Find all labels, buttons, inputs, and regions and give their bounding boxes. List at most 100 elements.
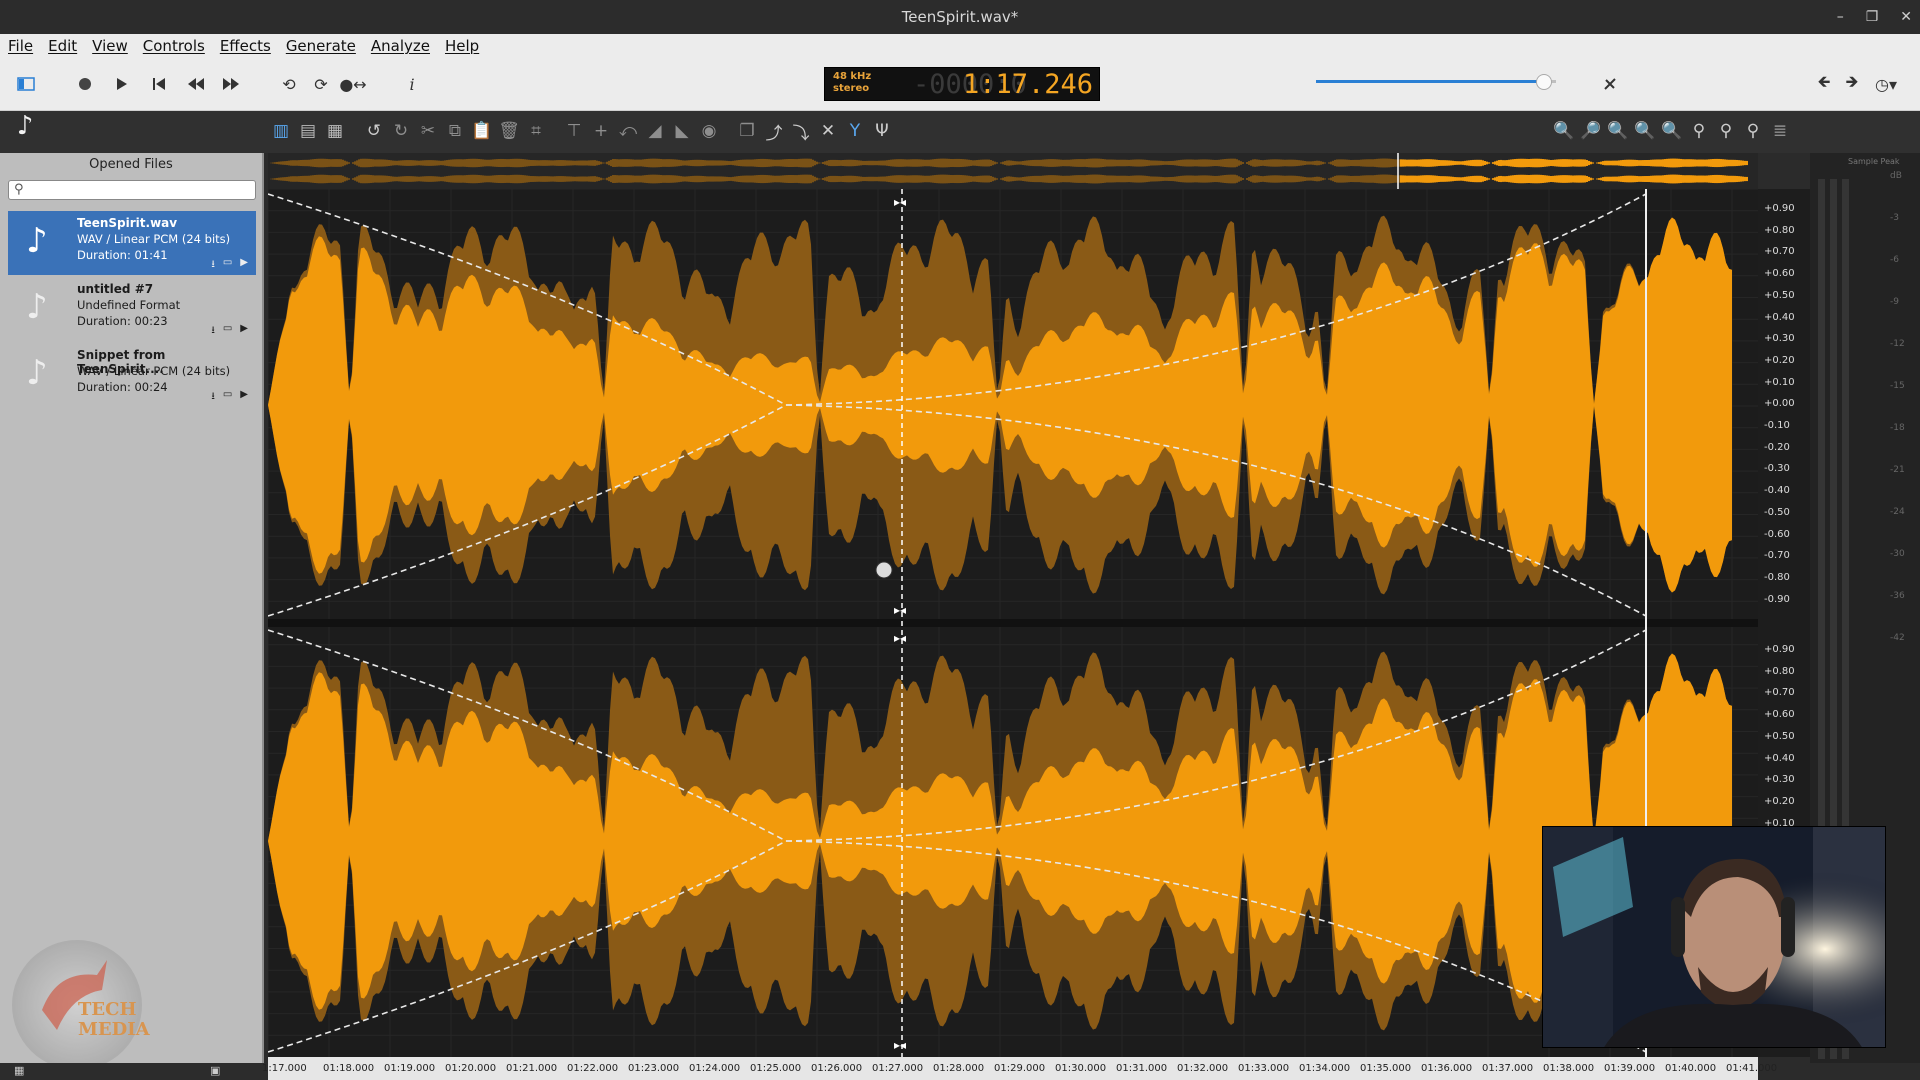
copy-icon[interactable]: ⧉ (444, 120, 466, 142)
display-toggle-icon[interactable]: ▣ (210, 1064, 220, 1077)
save-icon[interactable]: ⭳ (211, 389, 215, 406)
db-label: -30 (1890, 549, 1905, 559)
back-arrow-icon[interactable]: 🡸 (1810, 70, 1838, 98)
menu-file[interactable]: File (8, 37, 33, 55)
menu-edit[interactable]: Edit (48, 37, 77, 55)
time-tick-label: 01:26.000 (811, 1063, 863, 1074)
trim-icon[interactable]: ⊤ (563, 120, 585, 142)
db-label: dB (1890, 171, 1902, 181)
duplicate-icon[interactable]: ❐ (736, 120, 758, 142)
repeat-icon[interactable]: ⟳ (307, 70, 335, 98)
scale-label: +0.20 (1764, 354, 1795, 366)
vertical-zoom-in-icon[interactable]: ⚲ (1688, 120, 1710, 142)
scale-label: +0.10 (1764, 376, 1795, 388)
crossfade-icon[interactable]: ✕ (817, 120, 839, 142)
waveform-view-icon[interactable]: ▥ (270, 120, 292, 142)
play-file-icon[interactable]: ▶ (240, 389, 248, 406)
fast-forward-icon[interactable] (217, 70, 245, 98)
volume-slider-track[interactable] (1316, 80, 1556, 83)
close-button[interactable]: ✕ (1900, 9, 1912, 25)
fade-tool-alt-icon[interactable]: Ψ (871, 120, 893, 142)
menu-analyze[interactable]: Analyze (371, 37, 430, 55)
cursor-handle-icon[interactable]: ▸◂ (894, 1038, 906, 1052)
meter-toggle-icon[interactable]: ≣ (1769, 120, 1791, 142)
time-tick-label: 01:40.000 (1665, 1063, 1717, 1074)
monitor-icon[interactable] (1596, 70, 1624, 98)
file-search-input[interactable] (8, 180, 256, 200)
restore-button[interactable]: ❐ (1866, 9, 1879, 25)
search-icon: ⚲ (14, 182, 24, 197)
forward-arrow-icon[interactable]: 🡺 (1838, 70, 1866, 98)
menu-generate[interactable]: Generate (286, 37, 356, 55)
skip-to-start-icon[interactable] (145, 70, 173, 98)
undo-icon[interactable]: ↺ (363, 120, 385, 142)
minimize-button[interactable]: – (1837, 9, 1844, 25)
db-label: -6 (1890, 255, 1899, 265)
vertical-zoom-out-icon[interactable]: ⚲ (1715, 120, 1737, 142)
save-icon[interactable]: ⭳ (211, 257, 215, 274)
normalize-icon[interactable]: ◉ (698, 120, 720, 142)
zoom-out-icon[interactable]: 🔎 (1580, 120, 1602, 142)
history-icon[interactable]: ◷▾ (1872, 70, 1900, 98)
zoom-fit-icon[interactable]: 🔍 (1607, 120, 1629, 142)
scale-label: +0.50 (1764, 730, 1795, 742)
menu-effects[interactable]: Effects (220, 37, 271, 55)
toggle-sidebar-icon[interactable] (12, 70, 40, 98)
scale-label: +0.30 (1764, 774, 1795, 786)
file-item-teenspirit[interactable]: ♪ TeenSpirit.wav WAV / Linear PCM (24 bi… (8, 211, 256, 275)
volume-slider-handle[interactable] (1536, 74, 1552, 90)
curve-in-icon[interactable]: ⤴ (763, 120, 785, 144)
play-icon[interactable] (108, 70, 136, 98)
file-item-untitled-7[interactable]: ♪ untitled #7 Undefined Format Duration:… (8, 277, 256, 341)
info-icon[interactable]: i (398, 70, 426, 98)
zoom-selection-icon[interactable]: 🔍 (1634, 120, 1656, 142)
loop-icon[interactable]: ⟲ (275, 70, 303, 98)
db-label: -9 (1890, 297, 1899, 307)
spectrum-view-icon[interactable]: ▤ (297, 120, 319, 142)
menu-help[interactable]: Help (445, 37, 479, 55)
view-icon[interactable]: ▭ (223, 389, 232, 406)
cursor-handle-icon[interactable]: ▸◂ (894, 195, 906, 209)
zoom-all-icon[interactable]: 🔍 (1661, 120, 1683, 142)
reverse-icon[interactable]: ⤺ (617, 120, 639, 142)
save-icon[interactable]: ⭳ (211, 323, 215, 340)
audio-editor-window: TeenSpirit.wav* – ❐ ✕ File Edit View Con… (0, 0, 1920, 1080)
fade-tool-y-icon[interactable]: Y (844, 120, 866, 142)
record-icon[interactable] (71, 70, 99, 98)
waveform-overview[interactable] (268, 153, 1758, 189)
redo-icon[interactable]: ↻ (390, 120, 412, 142)
crop-icon[interactable]: ⌗ (525, 120, 547, 142)
file-item-snippet[interactable]: ♪ Snippet from TeenSpirit.... WAV / Line… (8, 343, 256, 407)
fade-out-icon[interactable]: ◣ (671, 120, 693, 142)
file-format: Undefined Format (77, 298, 181, 312)
menu-controls[interactable]: Controls (143, 37, 205, 55)
menu-view[interactable]: View (92, 37, 128, 55)
play-file-icon[interactable]: ▶ (240, 257, 248, 274)
scale-label: -0.30 (1764, 463, 1790, 475)
vertical-zoom-reset-icon[interactable]: ⚲ (1742, 120, 1764, 142)
view-icon[interactable]: ▭ (223, 323, 232, 340)
time-tick-label: 01:30.000 (1055, 1063, 1107, 1074)
panel-title: Opened Files (89, 157, 173, 172)
curve-out-icon[interactable]: ⤵ (790, 120, 812, 144)
fade-in-icon[interactable]: ◢ (644, 120, 666, 142)
cursor-handle-icon[interactable]: ▸◂ (894, 603, 906, 617)
zoom-in-icon[interactable]: 🔍 (1553, 120, 1575, 142)
file-name: TeenSpirit.wav (77, 216, 178, 230)
cursor-handle-icon[interactable]: ▸◂ (894, 631, 906, 645)
waveform-editor[interactable]: ▸◂ ▸◂ ▸◂ ▸◂ (267, 188, 1758, 1057)
transport-bar: ⟲ ⟳ ●↔ i 48 kHz stereo -0000:0 1:17.246 … (0, 58, 1920, 111)
play-file-icon[interactable]: ▶ (240, 323, 248, 340)
follow-playhead-icon[interactable]: ●↔ (339, 70, 367, 98)
time-ruler[interactable]: 1:17.000 01:18.000 01:19.000 01:20.000 01:21… (262, 1057, 1777, 1080)
cut-icon[interactable]: ✂ (417, 120, 439, 142)
mixed-view-icon[interactable]: ▦ (324, 120, 346, 142)
insert-silence-icon[interactable]: + (590, 120, 612, 142)
scale-label: +0.70 (1764, 246, 1795, 258)
delete-icon[interactable]: 🗑 (498, 120, 520, 142)
rewind-icon[interactable] (182, 70, 210, 98)
view-icon[interactable]: ▭ (223, 257, 232, 274)
list-view-icon[interactable]: ▦ (14, 1064, 24, 1077)
paste-icon[interactable]: 📋 (471, 120, 493, 142)
time-tick-label: 01:18.000 (323, 1063, 375, 1074)
